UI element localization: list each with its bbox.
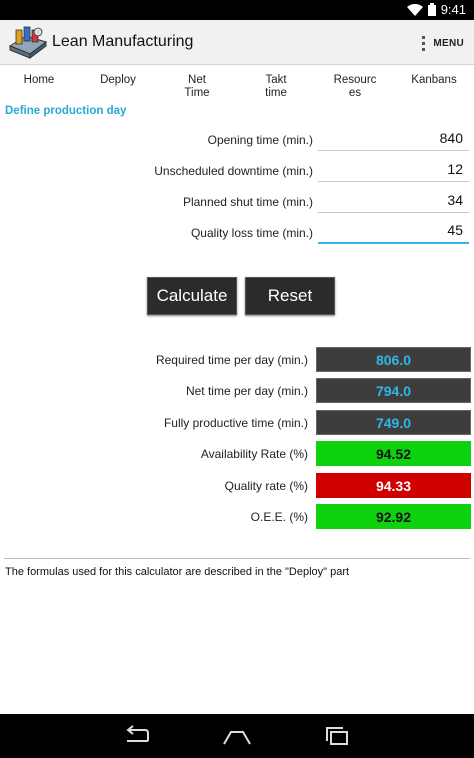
menu-button[interactable]: MENU: [418, 28, 468, 58]
oee-value: 92.92: [316, 504, 471, 529]
unscheduled-downtime-label: Unscheduled downtime (min.): [154, 164, 313, 178]
footer-note: The formulas used for this calculator ar…: [5, 566, 350, 578]
action-bar: Lean Manufacturing MENU: [0, 20, 474, 65]
input-row-quality-loss-time: Quality loss time (min.): [0, 218, 474, 248]
fully-productive-time-label: Fully productive time (min.): [163, 416, 308, 430]
recent-apps-icon[interactable]: [322, 724, 354, 748]
tab-net-time[interactable]: Net Time: [168, 74, 226, 100]
section-title: Define production day: [5, 105, 127, 117]
oee-label: O.E.E. (%): [250, 510, 308, 524]
tab-kanbans[interactable]: Kanbans: [405, 74, 463, 87]
home-icon[interactable]: [221, 724, 253, 748]
tab-takt-time[interactable]: Takt time: [247, 74, 305, 100]
app-logo-icon: [8, 26, 48, 59]
output-row-net-time: Net time per day (min.) 794.0: [0, 378, 474, 404]
opening-time-input[interactable]: [318, 125, 469, 151]
tab-bar: Home Deploy Net Time Takt time Resourc e…: [0, 74, 474, 102]
calculate-button[interactable]: Calculate: [147, 277, 237, 315]
availability-rate-label: Availability Rate (%): [200, 447, 308, 461]
wifi-icon: [406, 3, 423, 16]
output-row-fully-productive-time: Fully productive time (min.) 749.0: [0, 410, 474, 436]
input-row-planned-shut-time: Planned shut time (min.): [0, 187, 474, 217]
input-row-unscheduled-downtime: Unscheduled downtime (min.): [0, 156, 474, 186]
divider: [4, 558, 470, 559]
overflow-menu-icon: [422, 35, 426, 51]
back-icon[interactable]: [121, 724, 153, 748]
availability-rate-value: 94.52: [316, 441, 471, 466]
status-bar: 9:41: [0, 0, 474, 20]
quality-loss-time-input[interactable]: [318, 218, 469, 244]
required-time-value: 806.0: [316, 347, 471, 372]
input-row-opening-time: Opening time (min.): [0, 125, 474, 155]
status-time: 9:41: [440, 2, 466, 17]
opening-time-label: Opening time (min.): [207, 133, 313, 147]
battery-icon: [427, 3, 436, 16]
output-row-quality-rate: Quality rate (%) 94.33: [0, 473, 474, 499]
quality-rate-label: Quality rate (%): [224, 479, 308, 493]
fully-productive-time-value: 749.0: [316, 410, 471, 435]
tab-resources[interactable]: Resourc es: [326, 74, 384, 100]
net-time-label: Net time per day (min.): [185, 384, 308, 398]
menu-label: MENU: [433, 37, 464, 49]
tab-home[interactable]: Home: [10, 74, 68, 87]
output-row-oee: O.E.E. (%) 92.92: [0, 504, 474, 530]
unscheduled-downtime-input[interactable]: [318, 156, 469, 182]
tab-deploy[interactable]: Deploy: [89, 74, 147, 87]
net-time-value: 794.0: [316, 378, 471, 403]
reset-button[interactable]: Reset: [245, 277, 335, 315]
quality-loss-time-label: Quality loss time (min.): [190, 226, 313, 240]
status-icons: 9:41: [406, 2, 466, 17]
output-row-availability-rate: Availability Rate (%) 94.52: [0, 441, 474, 467]
app-title: Lean Manufacturing: [52, 33, 194, 50]
navigation-bar: [0, 714, 474, 758]
required-time-label: Required time per day (min.): [155, 353, 308, 367]
quality-rate-value: 94.33: [316, 473, 471, 498]
planned-shut-time-label: Planned shut time (min.): [182, 195, 313, 209]
planned-shut-time-input[interactable]: [318, 187, 469, 213]
output-row-required-time: Required time per day (min.) 806.0: [0, 347, 474, 373]
